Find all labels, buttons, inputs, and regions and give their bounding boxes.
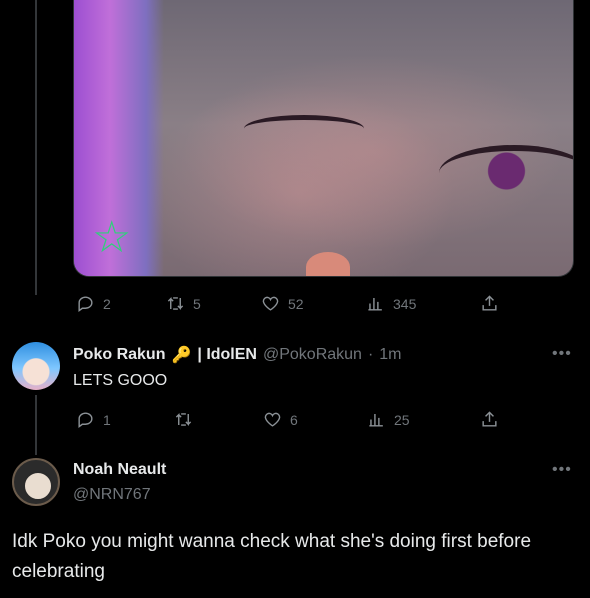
reply-icon: [78, 296, 93, 313]
thread-line: [35, 395, 37, 455]
like-button[interactable]: 6: [263, 410, 298, 429]
reply1-text: LETS GOOO: [73, 372, 168, 389]
like-icon: [264, 412, 281, 427]
reply-icon: [78, 412, 93, 429]
key-icon: 🔑: [171, 347, 192, 364]
like-icon: [262, 296, 279, 311]
reply1-actions: 1 6 25: [73, 410, 503, 432]
name-suffix[interactable]: | IdolEN: [197, 346, 257, 364]
tweet-media-image[interactable]: ☆: [73, 0, 574, 277]
more-options-button[interactable]: •••: [552, 461, 572, 479]
star-icon: ☆: [92, 213, 132, 262]
media-eye-left: [244, 115, 364, 142]
avatar[interactable]: [12, 458, 60, 506]
retweet-count: 5: [193, 295, 201, 312]
separator: ·: [367, 346, 374, 363]
views-button[interactable]: 345: [366, 294, 416, 313]
thread-line: [35, 0, 37, 295]
reply-count: 2: [103, 295, 111, 312]
retweet-button[interactable]: 5: [166, 294, 201, 313]
views-icon: [368, 297, 382, 311]
more-options-button[interactable]: •••: [552, 345, 572, 363]
like-button[interactable]: 52: [261, 294, 304, 313]
like-count: 52: [288, 295, 304, 312]
handle[interactable]: @NRN767: [73, 486, 151, 504]
share-icon: [482, 411, 497, 427]
like-count: 6: [290, 411, 298, 428]
handle[interactable]: @PokoRakun: [263, 346, 362, 364]
reply-button[interactable]: 2: [76, 294, 111, 313]
avatar-face: [23, 471, 53, 501]
reply2-text: Idk Poko you might wanna check what she'…: [12, 531, 532, 582]
media-eye-right: [439, 145, 573, 201]
media-mouth: [306, 252, 350, 276]
retweet-icon: [167, 297, 184, 310]
views-count: 25: [394, 411, 410, 428]
avatar[interactable]: [12, 342, 60, 390]
display-name[interactable]: Poko Rakun: [73, 346, 165, 364]
reply1-header: Poko Rakun 🔑 | IdolEN @PokoRakun · 1m: [73, 345, 402, 365]
views-button[interactable]: 25: [367, 410, 410, 429]
retweet-icon: [175, 413, 192, 426]
share-button[interactable]: [480, 410, 499, 429]
reply-count: 1: [103, 411, 111, 428]
main-tweet-actions: 2 5 52 345: [73, 294, 503, 316]
share-icon: [482, 295, 497, 311]
retweet-button[interactable]: [174, 410, 201, 429]
views-icon: [369, 413, 383, 427]
display-name[interactable]: Noah Neault: [73, 461, 166, 479]
share-button[interactable]: [480, 294, 499, 313]
views-count: 345: [393, 295, 417, 312]
reply-button[interactable]: 1: [76, 410, 111, 429]
timestamp[interactable]: 1m: [379, 346, 401, 364]
reply2-header: Noah Neault: [73, 461, 166, 479]
